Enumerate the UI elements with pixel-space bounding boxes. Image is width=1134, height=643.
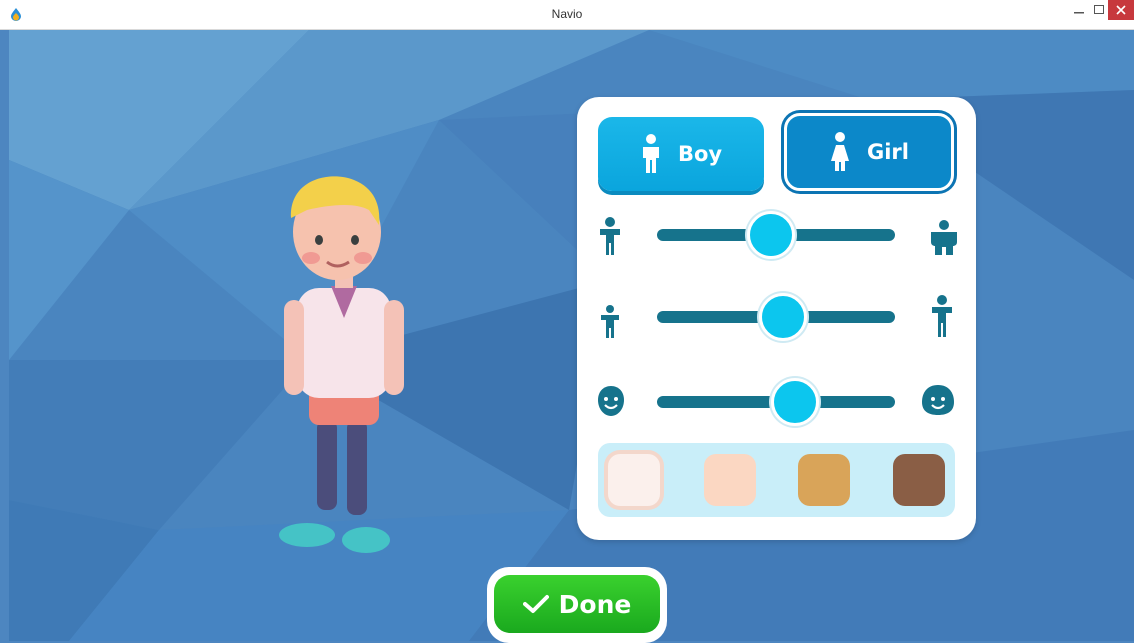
boy-label: Boy	[677, 142, 723, 166]
minimize-icon	[1074, 12, 1084, 14]
girl-button[interactable]: Girl	[784, 113, 954, 191]
short-person-icon	[601, 305, 619, 338]
close-button[interactable]	[1108, 0, 1134, 20]
skin-tone-swatch-3[interactable]	[798, 454, 850, 506]
maximize-button[interactable]	[1091, 0, 1107, 20]
tall-person-icon	[932, 295, 952, 337]
skin-tone-swatch-4[interactable]	[893, 454, 945, 506]
thin-person-icon	[600, 217, 620, 255]
weight-slider-row	[577, 205, 976, 265]
checkmark-icon	[522, 595, 549, 613]
wide-face-icon	[922, 385, 954, 415]
avatar-character	[279, 176, 404, 553]
boy-button[interactable]: Boy	[598, 117, 764, 191]
heavy-person-icon	[931, 220, 957, 255]
customization-panel: Boy Girl	[577, 97, 976, 540]
girl-label: Girl	[867, 140, 909, 164]
weight-slider-thumb[interactable]	[747, 211, 796, 259]
height-slider-thumb[interactable]	[759, 293, 808, 341]
done-label: Done	[558, 589, 632, 619]
round-face-icon	[598, 386, 624, 416]
title-bar: Navio	[0, 0, 1134, 30]
face-slider-row	[577, 372, 976, 432]
close-icon	[1116, 5, 1126, 15]
boy-icon	[642, 134, 659, 173]
skin-tone-swatch-2[interactable]	[704, 454, 756, 506]
face-slider-thumb[interactable]	[771, 378, 820, 426]
minimize-button[interactable]	[1071, 0, 1087, 20]
maximize-icon	[1094, 5, 1104, 14]
skin-tone-swatch-1[interactable]	[608, 454, 660, 506]
done-button[interactable]: Done	[487, 567, 667, 643]
girl-icon	[831, 132, 849, 171]
window-title: Navio	[551, 7, 583, 21]
skin-tone-picker	[598, 443, 955, 517]
done-button-face: Done	[494, 575, 660, 633]
height-slider-row	[577, 287, 976, 347]
